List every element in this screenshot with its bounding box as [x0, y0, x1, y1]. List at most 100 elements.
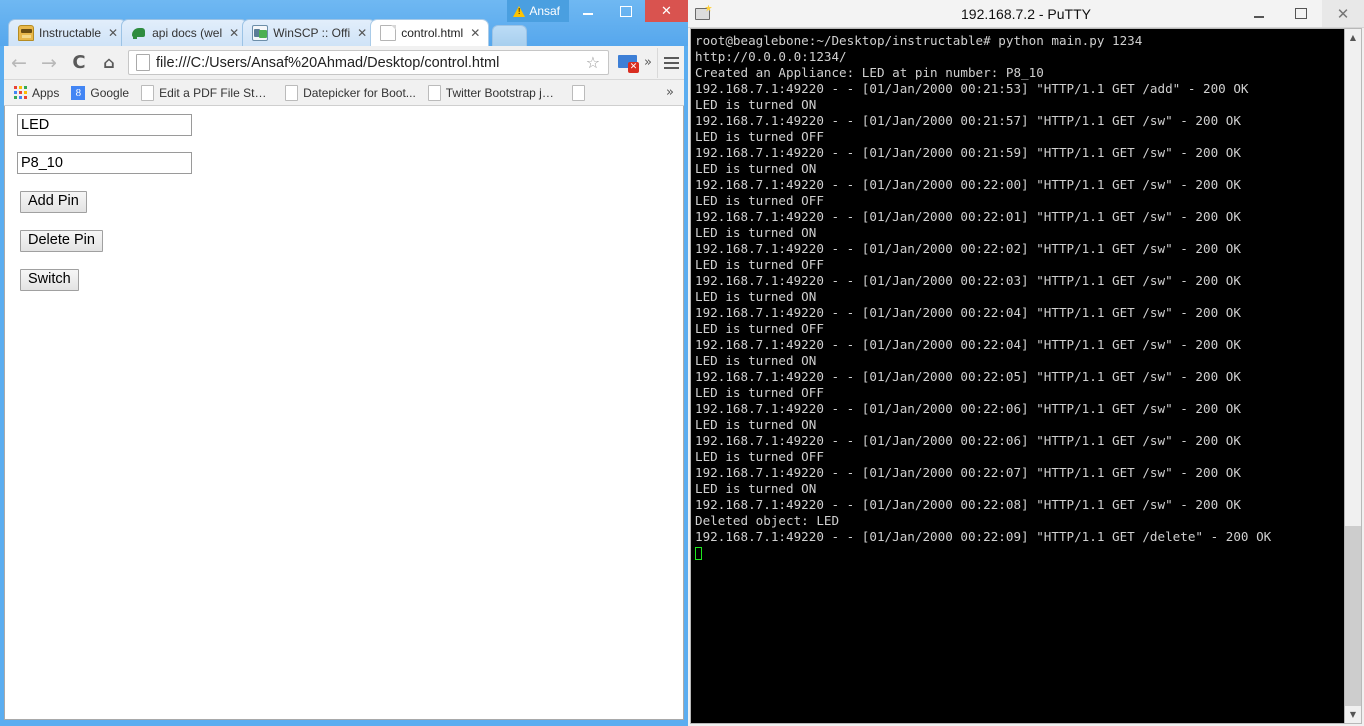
scrollbar-track[interactable] — [1345, 46, 1361, 706]
address-bar[interactable]: file:///C:/Users/Ansaf%20Ahmad/Desktop/c… — [128, 50, 610, 75]
reload-icon[interactable]: C — [64, 48, 94, 78]
page-viewport: Add Pin Delete Pin Switch — [4, 106, 684, 720]
putty-close-button[interactable]: ✕ — [1322, 0, 1364, 27]
toolbar-overflow-icon[interactable]: » — [639, 55, 657, 70]
browser-window-controls: ✕ — [569, 0, 688, 22]
terminal-line: LED is turned ON — [695, 97, 817, 112]
bookmark-label: Twitter Bootstrap jQ... — [445, 85, 560, 100]
browser-tab-control-html[interactable]: control.html ✕ — [370, 19, 490, 46]
terminal-line: LED is turned ON — [695, 225, 817, 240]
terminal-line: http://0.0.0.0:1234/ — [695, 49, 847, 64]
terminal-line: Deleted object: LED — [695, 513, 840, 528]
bookmark-edit-pdf[interactable]: Edit a PDF File Step ... — [135, 83, 279, 103]
putty-window-controls: ✕ — [1238, 0, 1364, 27]
chrome-menu-icon[interactable] — [657, 47, 684, 78]
terminal-line: LED is turned ON — [695, 289, 817, 304]
terminal-line: LED is turned OFF — [695, 129, 824, 144]
terminal-line: 192.168.7.1:49220 - - [01/Jan/2000 00:22… — [695, 369, 1241, 384]
switch-button[interactable]: Switch — [20, 269, 79, 291]
new-tab-button[interactable] — [492, 25, 528, 46]
terminal-line: 192.168.7.1:49220 - - [01/Jan/2000 00:21… — [695, 81, 1249, 96]
scroll-down-arrow-icon[interactable]: ▼ — [1345, 706, 1361, 723]
bookmark-datepicker[interactable]: Datepicker for Boot... — [279, 83, 422, 103]
screen: Ansaf ✕ Instructable ✕ api docs (wel ✕ — [0, 0, 1364, 726]
bookmarks-overflow-icon[interactable]: » — [666, 85, 680, 100]
add-pin-button[interactable]: Add Pin — [20, 191, 87, 213]
terminal-line: 192.168.7.1:49220 - - [01/Jan/2000 00:22… — [695, 433, 1241, 448]
terminal-scrollbar[interactable]: ▲ ▼ — [1344, 29, 1361, 723]
putty-minimize-button[interactable] — [1238, 0, 1280, 27]
tab-title: WinSCP :: Offi — [273, 26, 351, 40]
home-icon[interactable]: ⌂ — [94, 48, 124, 78]
terminal-line: 192.168.7.1:49220 - - [01/Jan/2000 00:22… — [695, 273, 1241, 288]
bookmark-label: Datepicker for Boot... — [303, 85, 416, 100]
browser-toolbar: ← → C ⌂ file:///C:/Users/Ansaf%20Ahmad/D… — [4, 46, 684, 80]
terminal-output[interactable]: root@beaglebone:~/Desktop/instructable# … — [691, 29, 1344, 723]
terminal-line: LED is turned OFF — [695, 257, 824, 272]
delete-pin-button[interactable]: Delete Pin — [20, 230, 103, 252]
terminal-line: LED is turned ON — [695, 481, 817, 496]
browser-tab-winscp[interactable]: WinSCP :: Offi ✕ — [242, 19, 377, 46]
tab-close-icon[interactable]: ✕ — [468, 27, 482, 39]
pin-number-input[interactable] — [17, 152, 192, 174]
extension-icon[interactable]: ✕ — [617, 53, 640, 73]
terminal-line: 192.168.7.1:49220 - - [01/Jan/2000 00:21… — [695, 113, 1241, 128]
terminal-line: root@beaglebone:~/Desktop/instructable# … — [695, 33, 1143, 48]
terminal-line: 192.168.7.1:49220 - - [01/Jan/2000 00:22… — [695, 209, 1241, 224]
browser-tabs: Instructable ✕ api docs (wel ✕ WinSCP ::… — [8, 18, 528, 46]
document-icon — [380, 25, 397, 41]
bookmark-apps[interactable]: Apps — [8, 84, 65, 102]
tab-title: api docs (wel — [152, 26, 223, 40]
terminal-line: LED is turned OFF — [695, 321, 824, 336]
terminal-line: 192.168.7.1:49220 - - [01/Jan/2000 00:22… — [695, 497, 1241, 512]
warning-triangle-icon — [513, 5, 526, 17]
terminal-line: LED is turned ON — [695, 353, 817, 368]
bookmarks-bar: Apps 8 Google Edit a PDF File Step ... D… — [4, 80, 684, 106]
winscp-icon — [252, 25, 269, 41]
bookmark-star-icon[interactable]: ☆ — [586, 53, 604, 72]
bookmark-google[interactable]: 8 Google — [65, 84, 135, 102]
extension-error-badge: ✕ — [628, 61, 640, 73]
browser-tab-api-docs[interactable]: api docs (wel ✕ — [121, 19, 249, 46]
terminal-line: 192.168.7.1:49220 - - [01/Jan/2000 00:22… — [695, 305, 1241, 320]
tab-close-icon[interactable]: ✕ — [355, 27, 369, 39]
terminal-line: LED is turned ON — [695, 417, 817, 432]
terminal-line: 192.168.7.1:49220 - - [01/Jan/2000 00:22… — [695, 529, 1272, 544]
dinosaur-icon — [131, 25, 147, 41]
terminal-line: LED is turned OFF — [695, 449, 824, 464]
browser-tab-strip: Ansaf ✕ Instructable ✕ api docs (wel ✕ — [0, 0, 688, 46]
back-arrow-icon[interactable]: ← — [4, 48, 34, 78]
chrome-browser-window: Ansaf ✕ Instructable ✕ api docs (wel ✕ — [0, 0, 688, 726]
scroll-up-arrow-icon[interactable]: ▲ — [1345, 29, 1361, 46]
terminal-line: LED is turned ON — [695, 161, 817, 176]
bookmark-twitter-bootstrap[interactable]: Twitter Bootstrap jQ... — [422, 83, 566, 103]
bookmark-label: Google — [90, 85, 130, 100]
terminal-cursor-line — [695, 545, 1344, 561]
bookmark-untitled[interactable] — [566, 83, 596, 103]
putty-window: 192.168.7.2 - PuTTY ✕ root@beaglebone:~/… — [688, 0, 1364, 726]
terminal-cursor — [695, 547, 702, 560]
document-icon — [427, 84, 441, 101]
tab-close-icon[interactable]: ✕ — [227, 27, 241, 39]
putty-terminal-area: root@beaglebone:~/Desktop/instructable# … — [690, 28, 1362, 724]
putty-title-bar: 192.168.7.2 - PuTTY ✕ — [688, 0, 1364, 28]
terminal-line: 192.168.7.1:49220 - - [01/Jan/2000 00:22… — [695, 337, 1241, 352]
scrollbar-thumb[interactable] — [1345, 526, 1361, 706]
document-icon — [571, 84, 585, 101]
browser-close-button[interactable]: ✕ — [645, 0, 688, 22]
document-icon — [285, 84, 299, 101]
bookmark-label: Apps — [32, 85, 60, 100]
robot-icon — [18, 25, 34, 41]
tab-close-icon[interactable]: ✕ — [106, 27, 120, 39]
browser-minimize-button[interactable] — [569, 0, 607, 22]
appliance-name-input[interactable] — [17, 114, 192, 136]
terminal-line: 192.168.7.1:49220 - - [01/Jan/2000 00:22… — [695, 241, 1241, 256]
forward-arrow-icon[interactable]: → — [34, 48, 64, 78]
putty-maximize-button[interactable] — [1280, 0, 1322, 27]
windows-user-label: Ansaf — [529, 4, 560, 18]
tab-title: control.html — [401, 26, 464, 40]
browser-maximize-button[interactable] — [607, 0, 645, 22]
tab-title: Instructable — [39, 26, 102, 40]
browser-tab-instructable[interactable]: Instructable ✕ — [8, 19, 128, 46]
terminal-line: Created an Appliance: LED at pin number:… — [695, 65, 1044, 80]
